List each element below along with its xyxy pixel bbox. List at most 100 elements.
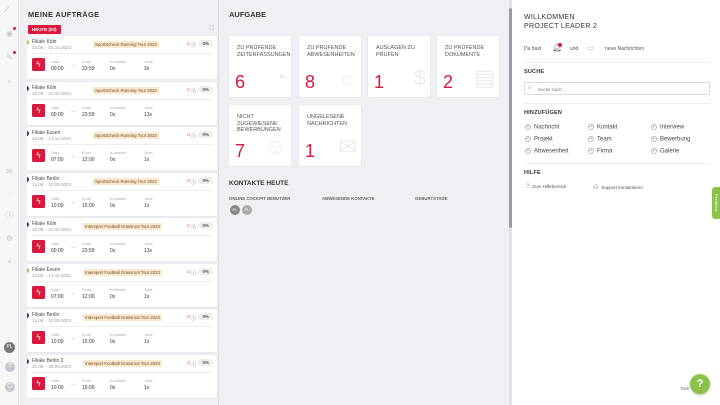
plus-icon: + <box>525 148 531 154</box>
plus-icon: + <box>525 136 531 142</box>
arrow-right-icon: → <box>70 198 76 205</box>
end-column: Ende 15:00 <box>82 377 95 391</box>
warning-icon[interactable]: ⓘ <box>190 360 196 368</box>
add-gallery-button[interactable]: + Galerie <box>651 148 679 155</box>
order-card[interactable]: Filiale Köln 23.09. - 03.10.2023 SportSc… <box>27 36 217 79</box>
order-card[interactable]: Filiale Berlin 14.06. - 10.09.2023 Sport… <box>27 172 217 216</box>
end-column: Ende 15:00 <box>82 332 95 345</box>
tasks-label[interactable]: Task <box>680 386 689 391</box>
right-panel: WILLKOMMEN PROJECT LEADER 2 Du hast 🔔︎ u… <box>512 0 720 405</box>
plus-icon: + <box>588 124 594 130</box>
notification-badge <box>558 43 562 47</box>
add-application-button[interactable]: + Bewerbung <box>651 136 690 143</box>
task-tile[interactable]: ☼ ZU PRÜFENDE ABWESENHEITEN 8 <box>299 36 361 97</box>
aufgabe-title: AUFGABE <box>229 10 267 19</box>
search-input[interactable] <box>538 84 706 94</box>
sun-icon: ☼ <box>336 65 357 90</box>
divider <box>31 144 213 145</box>
add-interview-button[interactable]: + Interview <box>651 124 684 131</box>
warning-icon[interactable]: ⓘ <box>190 87 196 95</box>
warning-icon[interactable]: ⓘ <box>190 132 196 140</box>
orders-icon[interactable]: ✎ <box>4 51 16 63</box>
dashboard-icon[interactable]: ◉ <box>4 27 16 39</box>
arrow-right-icon: → <box>70 153 76 159</box>
divider <box>524 103 710 104</box>
orders-title: MEINE AUFTRÄGE <box>28 10 100 19</box>
contact-support-link[interactable]: ☊ Support kontaktieren <box>593 184 643 191</box>
end-column: Ende 23:59 <box>82 241 95 254</box>
start-column: Start 00:00 <box>51 104 64 118</box>
avatar[interactable]: PL <box>230 205 240 215</box>
add-team-button[interactable]: + Team <box>588 136 612 143</box>
task-tile[interactable]: ☺ NICHT ZUGEWIESENE BEWERBUNGEN 7 <box>229 105 291 166</box>
task-tile-label: AUSLAGEN ZU PRÜFEN <box>376 45 415 58</box>
start-column: Start 10:00 <box>51 332 64 345</box>
location-icon[interactable]: ⌖ <box>4 256 15 267</box>
tour-badge: Intersport Football Grassroot Tour 2023 <box>83 223 162 230</box>
add-company-button[interactable]: + Firma <box>588 148 612 155</box>
start-column: Start 07:00 <box>51 286 64 300</box>
help-fab-button[interactable]: ? <box>690 374 710 394</box>
task-tile[interactable]: ✉ UNGELESENE NACHRICHTEN 1 <box>299 105 361 166</box>
status-indicator <box>27 267 29 273</box>
warning-icon[interactable]: ⓘ <box>190 178 196 186</box>
avatar[interactable]: PL <box>242 205 252 215</box>
add-title: HINZUFÜGEN <box>524 110 563 116</box>
arrow-right-icon: → <box>70 62 76 68</box>
lightning-icon: ϟ <box>32 58 45 71</box>
help-icon[interactable]: ? <box>5 362 15 372</box>
order-dates: 23.05. - 13.12.2022 <box>32 272 72 278</box>
order-card[interactable]: Filiale Köln 15.09. - 21.10.2023 SportSc… <box>27 81 217 125</box>
add-contact-button[interactable]: + Kontakt <box>588 124 617 131</box>
today-filter-button[interactable]: HEUTE (53) <box>28 25 61 34</box>
tour-badge: SportScheck Running Tour 2023 <box>93 86 159 94</box>
search-icon[interactable]: ⌕ <box>4 76 15 87</box>
warning-icon[interactable]: ⓘ <box>190 223 196 231</box>
task-tile-label: ZU PRÜFENDE ABWESENHEITEN <box>307 45 355 58</box>
status-indicator <box>27 40 29 45</box>
task-tile[interactable]: $ AUSLAGEN ZU PRÜFEN 1 <box>368 36 430 97</box>
jobs-column: Jobs 1x <box>144 195 153 209</box>
and-text: und <box>570 46 579 52</box>
icon-rail: ⟋ ◉ ✎ ⌕ ✉ ◌ ⓘ ⚙ ⌖ PL ? ⏻ <box>0 0 19 405</box>
money-icon: $ <box>413 65 426 90</box>
task-tile[interactable]: ◔ ZU PRÜFENDE ZEITERFASSUNGEN 6 <box>229 36 291 97</box>
chat-icon[interactable]: ◌ <box>4 188 15 199</box>
progress-badge: 0% <box>198 40 213 47</box>
plus-icon: + <box>651 148 657 154</box>
jobs-column: Jobs 3x <box>144 59 153 72</box>
warning-icon[interactable]: ⓘ <box>190 269 196 277</box>
info-icon[interactable]: ⓘ <box>4 210 15 221</box>
order-card[interactable]: Filiale Berlin 2 31.05. - 06.09.2023 Int… <box>27 354 217 398</box>
status-indicator <box>27 358 29 364</box>
avatar[interactable]: PL <box>4 342 15 353</box>
add-project-button[interactable]: + Projekt <box>525 136 553 143</box>
end-column: Ende 12:00 <box>82 286 95 300</box>
add-message-button[interactable]: + Nachricht <box>525 124 559 131</box>
mail-icon[interactable]: ✉ <box>4 166 15 177</box>
jobs-column: Jobs 1x <box>144 286 153 300</box>
order-card[interactable]: Filiale Essen 23.05. - 13.12.2022 Inters… <box>27 263 217 307</box>
chat-icon[interactable]: ▭ <box>587 44 594 52</box>
order-dates: 31.05. - 06.09.2023 <box>32 363 72 369</box>
add-absence-button[interactable]: + Abwesenheit <box>525 148 568 155</box>
task-tile[interactable]: ▤ ZU PRÜFENDE DOKUMENTE 2 <box>437 36 499 97</box>
order-card[interactable]: Filiale Köln 15.08. - 21.10.2023 Intersp… <box>27 218 217 261</box>
status-indicator <box>27 131 29 136</box>
contacts-column: Kontakte 0x <box>110 241 126 254</box>
settings-icon[interactable]: ⚙ <box>4 233 15 244</box>
column-online-users: ONLINE COCKPIT BENUTZER <box>229 196 291 201</box>
expand-icon[interactable]: ⛶ <box>210 26 214 33</box>
warning-icon[interactable]: ⓘ <box>190 314 196 322</box>
feedback-tab[interactable]: Feedback <box>712 187 720 219</box>
help-center-link[interactable]: ? Zum Hilfebereich <box>526 184 566 190</box>
progress-badge: 0% <box>198 85 213 93</box>
contacts-column: Kontakte 0x <box>110 195 126 209</box>
order-card[interactable]: Filiale Berlin 14.06. - 10.09.2023 Inter… <box>27 309 217 352</box>
order-card[interactable]: Filiale Essen 15.08. - 13.12.2022 SportS… <box>27 127 217 170</box>
logout-icon[interactable]: ⏻ <box>5 382 15 392</box>
tour-badge: SportScheck Running Tour 2023 <box>93 132 159 139</box>
logo-icon[interactable]: ⟋ <box>4 6 15 14</box>
warning-icon[interactable]: ⓘ <box>190 41 196 49</box>
lightning-icon: ϟ <box>32 103 45 117</box>
